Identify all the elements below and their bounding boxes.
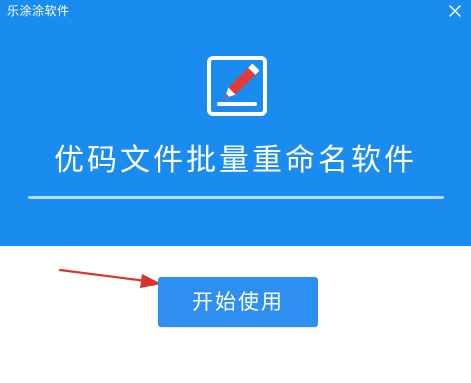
product-title: 优码文件批量重命名软件: [54, 143, 417, 178]
close-button[interactable]: [443, 1, 467, 21]
start-button[interactable]: 开始使用: [158, 277, 318, 327]
window-title: 乐涂涂软件: [7, 4, 70, 18]
edit-document-icon: [207, 56, 267, 116]
hero-banner: 乐涂涂软件 优码文件批量重命名软件: [0, 0, 471, 246]
red-arrow-icon: [58, 268, 162, 288]
title-divider: [28, 196, 444, 199]
close-icon: [449, 5, 461, 17]
start-button-label: 开始使用: [192, 290, 284, 314]
title-bar: 乐涂涂软件: [0, 0, 471, 22]
